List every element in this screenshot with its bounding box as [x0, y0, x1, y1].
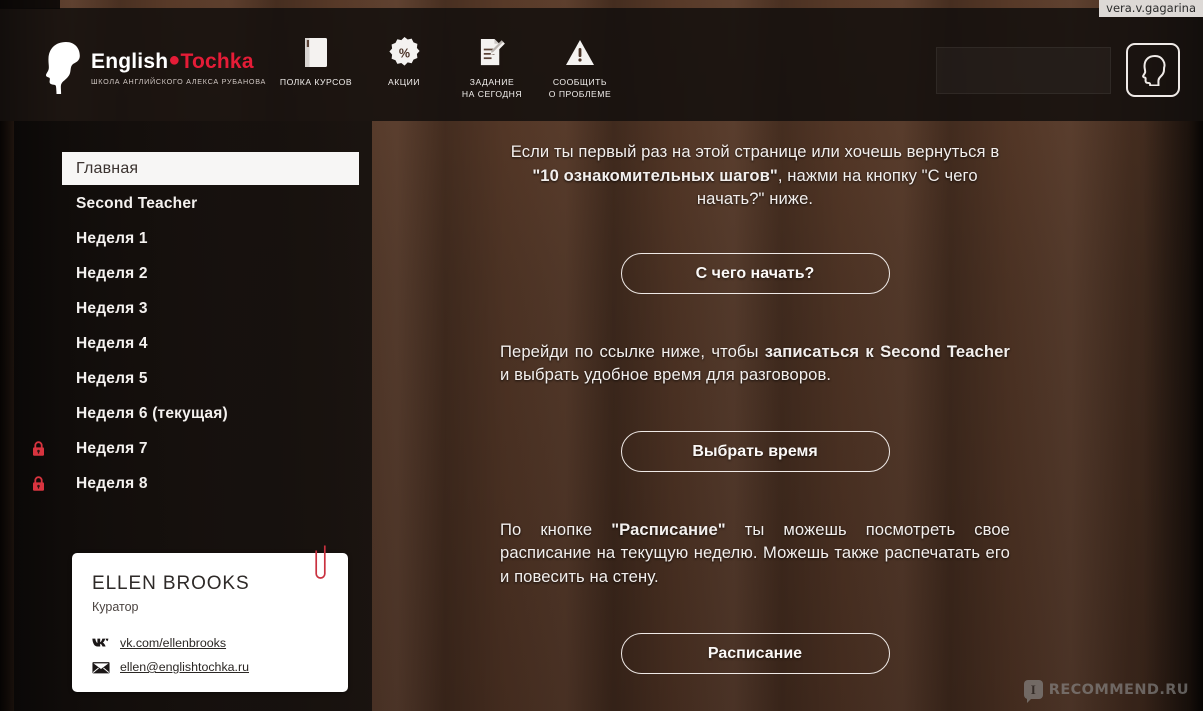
- nav-item-report-problem[interactable]: СООБЩИТЬ О ПРОБЛЕМЕ: [536, 34, 624, 100]
- intro-bold: "10 ознакомительных шагов": [532, 165, 778, 185]
- nav-item-courses[interactable]: ПОЛКА КУРСОВ: [272, 34, 360, 89]
- intro-paragraph: Если ты первый раз на этой странице или …: [500, 140, 1010, 211]
- sch-text-a: По кнопке: [500, 519, 612, 539]
- profile-head-icon: [1142, 55, 1166, 86]
- sidebar-item-label: Неделя 3: [76, 300, 148, 317]
- sidebar-item-label: Неделя 6 (текущая): [76, 405, 228, 422]
- irecommend-badge-icon: [1023, 680, 1043, 703]
- sidebar-item-week-7[interactable]: Неделя 7: [33, 434, 359, 464]
- envelope-icon: [92, 660, 110, 674]
- document-pencil-icon: [478, 34, 507, 70]
- lock-icon: [33, 441, 44, 456]
- st-text-b: и выбрать удобное время для разговоров.: [500, 365, 832, 385]
- nav-item-today-task[interactable]: ЗАДАНИЕ НА СЕГОДНЯ: [448, 34, 536, 100]
- sidebar-item-label: Неделя 5: [76, 370, 148, 387]
- logo-dot: ●: [168, 48, 181, 71]
- curator-email-link[interactable]: ellen@englishtochka.ru: [92, 660, 249, 674]
- sidebar-item-week-8[interactable]: Неделя 8: [33, 469, 359, 499]
- book-icon: [304, 34, 328, 70]
- sidebar-item-week-4[interactable]: Неделя 4: [62, 329, 359, 359]
- head-silhouette-icon: [46, 42, 80, 94]
- logo-subtitle: ШКОЛА АНГЛИЙСКОГО АЛЕКСА РУБАНОВА: [91, 77, 267, 87]
- nav-label: АКЦИИ: [388, 77, 420, 87]
- sidebar-item-label: Неделя 7: [76, 440, 148, 457]
- logo-title-left: English: [91, 49, 169, 73]
- site-header: English●Tochka ШКОЛА АНГЛИЙСКОГО АЛЕКСА …: [0, 8, 1203, 121]
- vk-icon: [92, 636, 110, 650]
- search-input[interactable]: [936, 47, 1111, 94]
- curator-card: ELLEN BROOKS Куратор vk.com/ellenbrooks: [72, 545, 348, 692]
- sidebar-item-week-2[interactable]: Неделя 2: [62, 259, 359, 289]
- top-left-strip: [0, 0, 60, 9]
- choose-time-button[interactable]: Выбрать время: [620, 430, 890, 472]
- irecommend-text: RECOMMEND.RU: [1048, 681, 1189, 698]
- schedule-paragraph: По кнопке "Расписание" ты можешь посмотр…: [500, 518, 1010, 589]
- curator-role: Куратор: [92, 600, 139, 614]
- nav-label: СООБЩИТЬ О ПРОБЛЕМЕ: [548, 77, 612, 99]
- second-teacher-paragraph: Перейди по ссылке ниже, чтобы записаться…: [500, 340, 1010, 387]
- page-root: vera.v.gagarina English●Tochka ШКОЛА АНГ…: [0, 0, 1203, 711]
- curator-vk-link[interactable]: vk.com/ellenbrooks: [92, 636, 226, 650]
- logo-title: English●Tochka: [91, 48, 266, 73]
- nav-label: ПОЛКА КУРСОВ: [279, 77, 353, 87]
- percent-badge-icon: %: [388, 34, 420, 70]
- svg-text:%: %: [398, 46, 409, 60]
- user-watermark: vera.v.gagarina: [1099, 0, 1203, 17]
- curator-name: ELLEN BROOKS: [92, 573, 250, 594]
- profile-button[interactable]: [1126, 43, 1180, 97]
- sidebar-item-label: Second Teacher: [76, 195, 198, 212]
- sidebar: Главная Second Teacher Неделя 1 Неделя 2…: [14, 121, 372, 711]
- curator-vk-text: vk.com/ellenbrooks: [120, 636, 227, 650]
- sidebar-item-week-1[interactable]: Неделя 1: [62, 224, 359, 254]
- lock-icon: [33, 476, 44, 491]
- nav-label: ЗАДАНИЕ НА СЕГОДНЯ: [461, 77, 523, 99]
- sidebar-item-second-teacher[interactable]: Second Teacher: [62, 189, 359, 219]
- sidebar-item-glavnaya[interactable]: Главная: [62, 152, 359, 185]
- site-logo[interactable]: English●Tochka ШКОЛА АНГЛИЙСКОГО АЛЕКСА …: [46, 42, 266, 94]
- sidebar-item-week-6-current[interactable]: Неделя 6 (текущая): [62, 399, 359, 429]
- schedule-button[interactable]: Расписание: [620, 632, 890, 674]
- st-bold: записаться к Second Teacher: [764, 341, 1010, 361]
- intro-text-a: Если ты первый раз на этой странице или …: [510, 142, 1000, 161]
- sidebar-item-label: Главная: [76, 159, 139, 177]
- sch-bold: "Расписание": [611, 519, 726, 539]
- sidebar-item-week-3[interactable]: Неделя 3: [62, 294, 359, 324]
- sidebar-item-label: Неделя 4: [76, 335, 148, 352]
- warning-triangle-icon: [565, 34, 595, 70]
- sidebar-menu: Главная Second Teacher Неделя 1 Неделя 2…: [33, 152, 359, 504]
- sidebar-item-label: Неделя 8: [76, 475, 148, 492]
- sidebar-item-week-5[interactable]: Неделя 5: [62, 364, 359, 394]
- sidebar-item-label: Неделя 1: [76, 230, 148, 247]
- st-text-a: Перейди по ссылке ниже, чтобы: [500, 341, 765, 361]
- main-content: Если ты первый раз на этой странице или …: [500, 140, 1010, 674]
- start-here-button[interactable]: С чего начать?: [620, 252, 890, 294]
- irecommend-watermark: RECOMMEND.RU: [1023, 680, 1189, 703]
- curator-email-text: ellen@englishtochka.ru: [120, 660, 249, 674]
- header-nav: ПОЛКА КУРСОВ % АКЦИИ ЗАДАНИЕ НА СЕГОДНЯ …: [272, 34, 624, 100]
- nav-item-promos[interactable]: % АКЦИИ: [360, 34, 448, 89]
- logo-title-right: Tochka: [180, 49, 254, 73]
- sidebar-item-label: Неделя 2: [76, 265, 148, 282]
- paperclip-icon: [315, 545, 326, 579]
